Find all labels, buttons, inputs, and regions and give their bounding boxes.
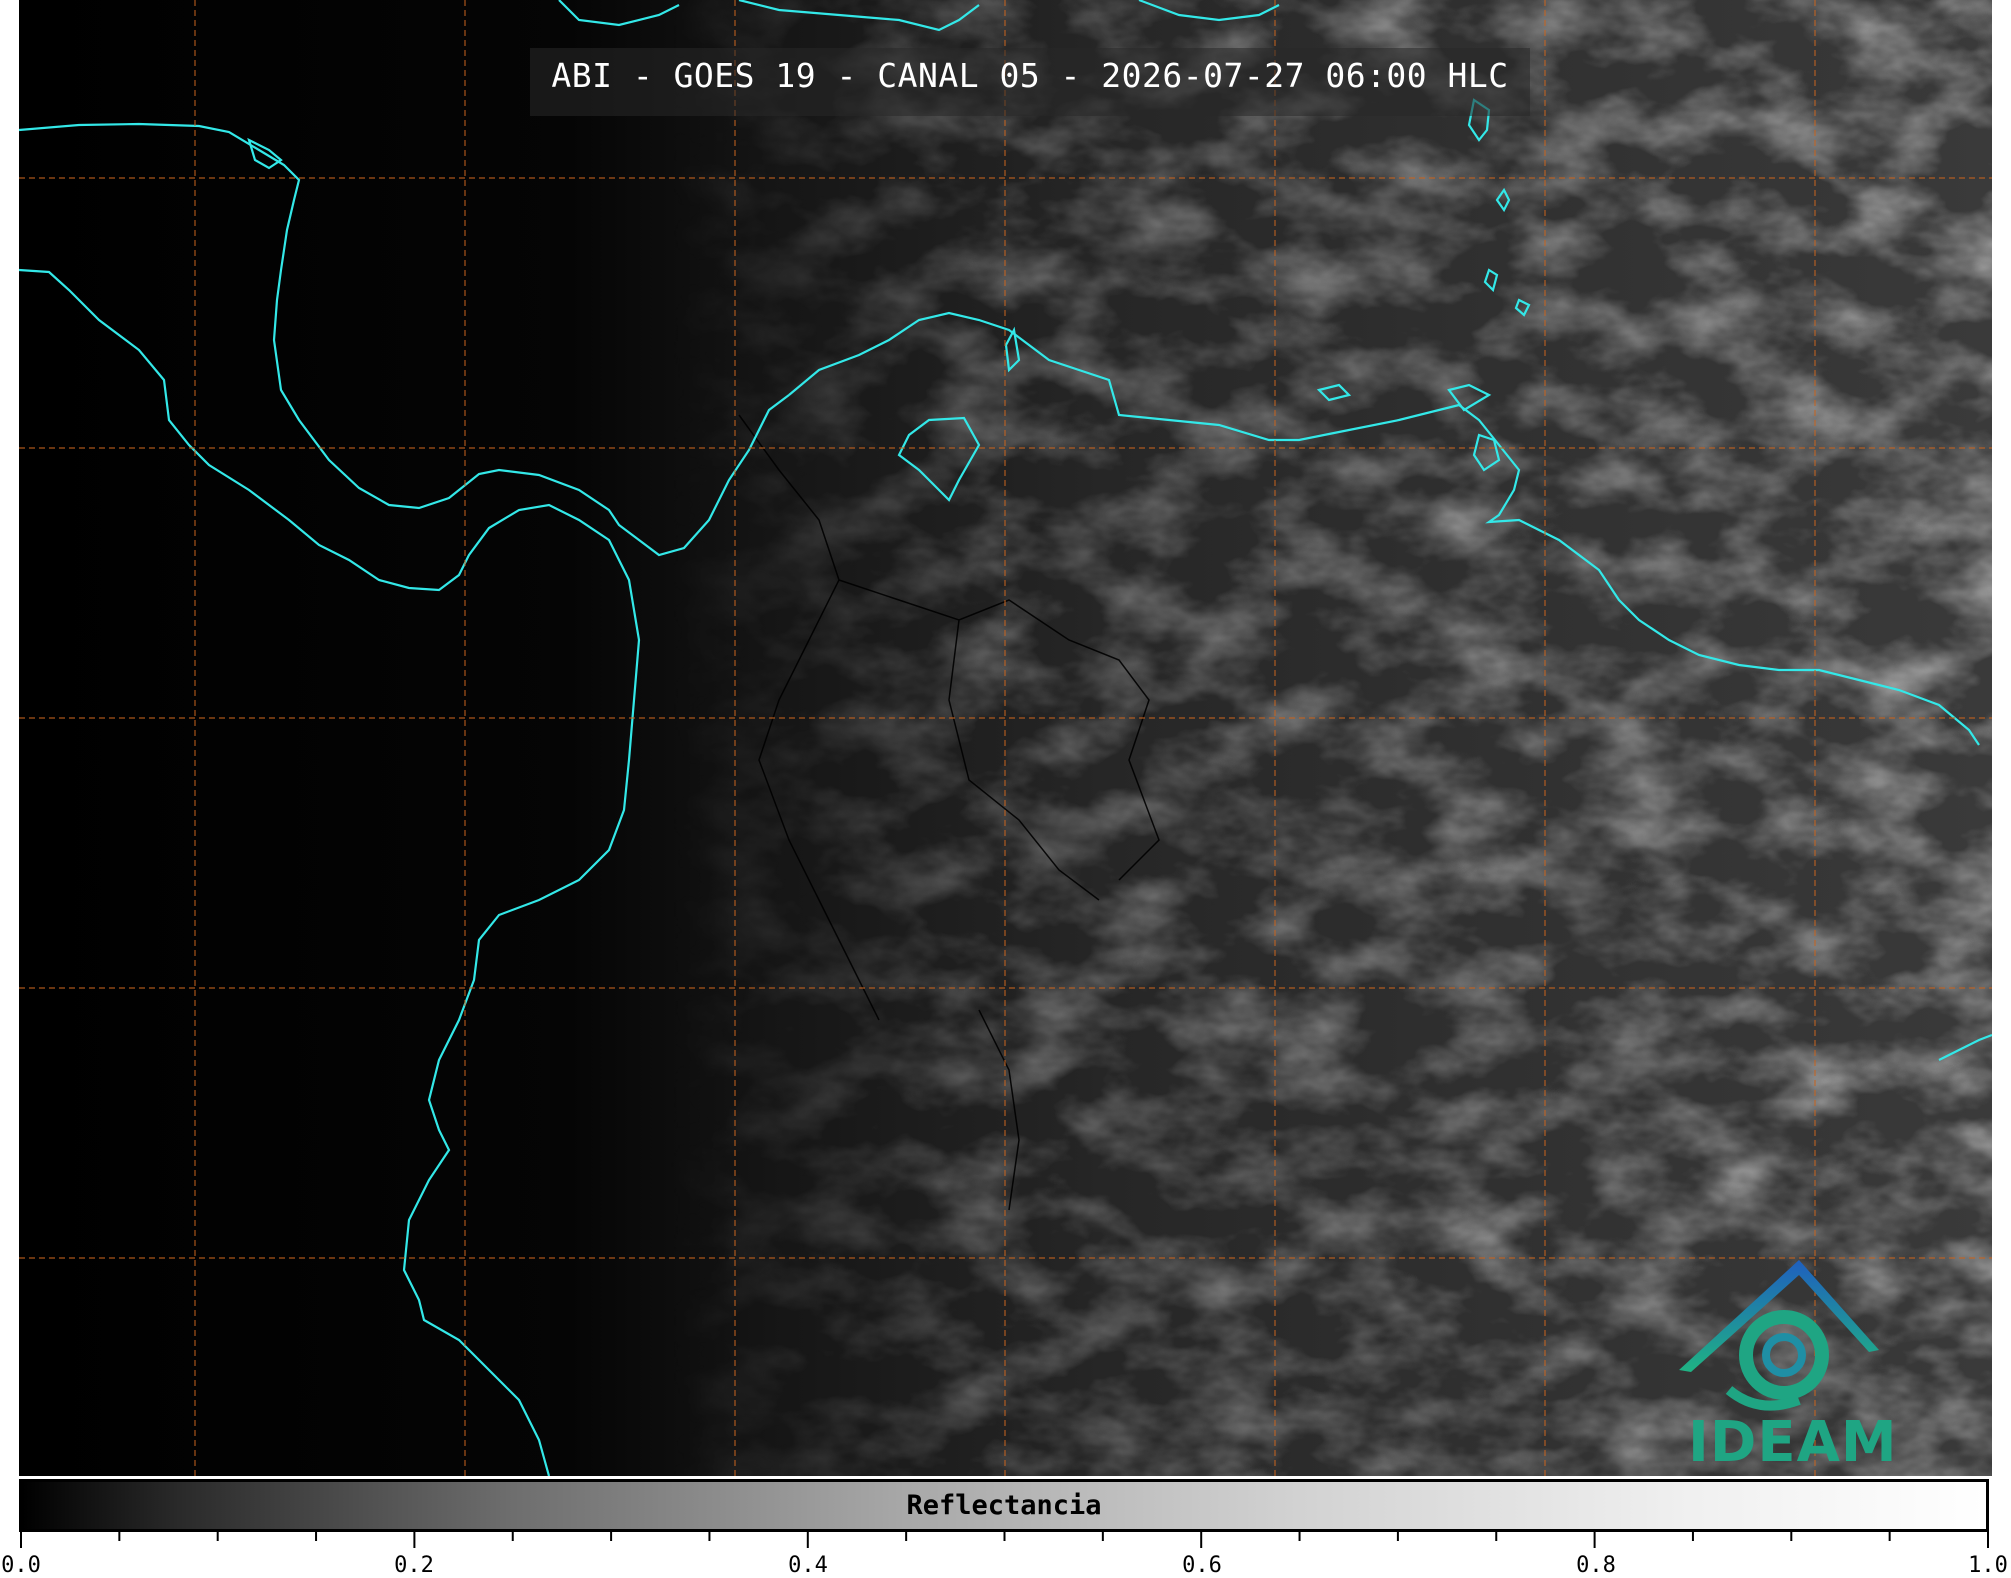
map-canvas (19, 0, 1992, 1476)
colorbar-tick-label: 0.8 (1576, 1553, 1616, 1578)
map-title: ABI - GOES 19 - CANAL 05 - 2026-07-27 06… (551, 56, 1509, 95)
colorbar-tick-label: 0.2 (394, 1553, 434, 1578)
colorbar-tick-label: 0.6 (1182, 1553, 1222, 1578)
colorbar-tick-label: 0.4 (788, 1553, 828, 1578)
logo-text: IDEAM (1688, 1410, 1898, 1475)
colorbar: Reflectancia (19, 1479, 1989, 1532)
satellite-map (19, 0, 1992, 1476)
colorbar-ticks (20, 1532, 1989, 1548)
colorbar-tick-label: 1.0 (1968, 1553, 2008, 1578)
colorbar-tick-label: 0.0 (1, 1553, 41, 1578)
colorbar-label: Reflectancia (906, 1490, 1102, 1521)
